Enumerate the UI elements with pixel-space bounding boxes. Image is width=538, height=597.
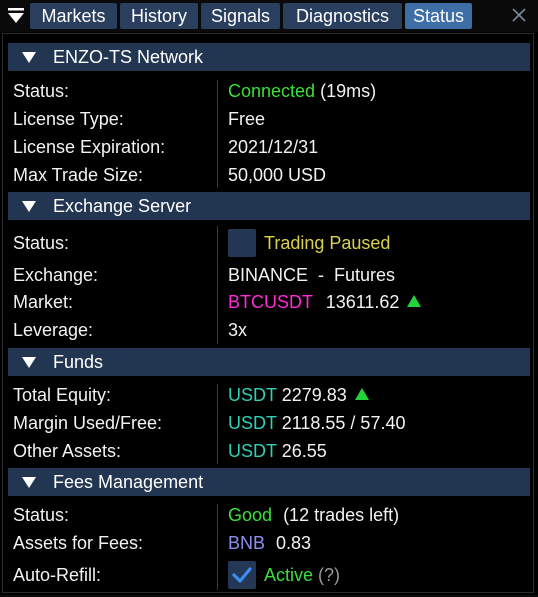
- section-title: ENZO-TS Network: [53, 47, 204, 67]
- trading-status: Trading Paused: [264, 233, 391, 253]
- value: USDT 26.55: [228, 437, 327, 465]
- tab-diagnostics[interactable]: Diagnostics: [283, 3, 402, 29]
- tab-history[interactable]: History: [120, 3, 198, 29]
- value: Active (?): [264, 561, 340, 589]
- auto-refill-status: Active: [264, 565, 314, 585]
- amount: 2118.55 / 57.40: [281, 413, 406, 433]
- label: Status:: [13, 81, 70, 101]
- label: License Type:: [13, 109, 124, 129]
- section-header-funds[interactable]: Funds: [8, 348, 530, 376]
- row-auto-refill: Auto-Refill: Active (?): [0, 561, 538, 589]
- currency: USDT: [228, 385, 277, 405]
- fee-asset: BNB: [228, 533, 266, 553]
- section-title: Fees Management: [53, 472, 204, 492]
- status-indicator: [228, 229, 256, 257]
- label: Max Trade Size:: [13, 165, 144, 185]
- label: Exchange:: [13, 265, 99, 285]
- amount: 26.55: [281, 441, 327, 461]
- fees-status: Good: [228, 505, 273, 525]
- close-icon[interactable]: [509, 5, 529, 25]
- triangle-down-icon: [22, 357, 36, 368]
- value: USDT 2279.83: [228, 381, 369, 409]
- fee-asset-amount: 0.83: [276, 533, 312, 553]
- label: Leverage:: [13, 320, 94, 340]
- section-title: Funds: [53, 352, 104, 372]
- currency: USDT: [228, 441, 277, 461]
- value: BTCUSDT 13611.62: [228, 288, 422, 316]
- row-exchange-status: Status: Trading Paused: [0, 229, 538, 257]
- latency: (19ms): [320, 81, 377, 101]
- section-header-exchange[interactable]: Exchange Server: [8, 192, 530, 220]
- value: 3x: [228, 320, 248, 340]
- row-other-assets: Other Assets: USDT 26.55: [0, 437, 538, 465]
- tab-markets[interactable]: Markets: [30, 3, 117, 29]
- value: Free: [228, 109, 266, 129]
- row-fees-status: Status: Good (12 trades left): [0, 501, 538, 529]
- row-max-trade-size: Max Trade Size: 50,000 USD: [0, 161, 538, 189]
- row-license-type: License Type: Free: [0, 105, 538, 133]
- help-link[interactable]: (?): [318, 565, 340, 585]
- row-exchange: Exchange: BINANCE - Futures: [0, 261, 538, 289]
- connection-status: Connected: [228, 81, 316, 101]
- tab-bar: Markets History Signals Diagnostics Stat…: [0, 0, 538, 32]
- label: Total Equity:: [13, 385, 112, 405]
- label: Status:: [13, 505, 70, 525]
- row-network-status: Status: Connected (19ms): [0, 77, 538, 105]
- row-assets-for-fees: Assets for Fees: BNB 0.83: [0, 529, 538, 557]
- value: 50,000 USD: [228, 165, 327, 185]
- amount: 2279.83: [281, 385, 347, 405]
- market-symbol[interactable]: BTCUSDT: [228, 292, 313, 312]
- label: Market:: [13, 292, 74, 312]
- auto-refill-checkbox[interactable]: [228, 561, 256, 589]
- row-total-equity: Total Equity: USDT 2279.83: [0, 381, 538, 409]
- label: Margin Used/Free:: [13, 413, 163, 433]
- label: Status:: [13, 233, 70, 253]
- label: Auto-Refill:: [13, 565, 102, 585]
- triangle-down-icon: [22, 477, 36, 488]
- value: BINANCE - Futures: [228, 265, 396, 285]
- value: Connected (19ms): [228, 77, 376, 105]
- section-header-fees[interactable]: Fees Management: [8, 468, 530, 496]
- value: 2021/12/31: [228, 137, 319, 157]
- fees-detail: (12 trades left): [283, 505, 400, 525]
- label: Assets for Fees:: [13, 533, 144, 553]
- triangle-up-icon: [354, 388, 369, 400]
- checkmark-icon: [232, 567, 252, 583]
- row-market: Market: BTCUSDT 13611.62: [0, 288, 538, 316]
- market-price: 13611.62: [325, 292, 400, 312]
- section-header-network[interactable]: ENZO-TS Network: [8, 43, 530, 71]
- currency: USDT: [228, 413, 277, 433]
- label: License Expiration:: [13, 137, 166, 157]
- tab-status[interactable]: Status: [405, 3, 472, 29]
- value: BNB 0.83: [228, 529, 311, 557]
- row-margin: Margin Used/Free: USDT 2118.55 / 57.40: [0, 409, 538, 437]
- tab-signals[interactable]: Signals: [201, 3, 280, 29]
- row-license-expiration: License Expiration: 2021/12/31: [0, 133, 538, 161]
- triangle-down-icon: [22, 201, 36, 212]
- value: Good (12 trades left): [228, 501, 399, 529]
- label: Other Assets:: [13, 441, 122, 461]
- section-title: Exchange Server: [53, 196, 192, 216]
- menu-filter-icon[interactable]: [6, 6, 26, 26]
- triangle-up-icon: [407, 295, 422, 307]
- value: USDT 2118.55 / 57.40: [228, 409, 405, 437]
- row-leverage: Leverage: 3x: [0, 316, 538, 344]
- triangle-down-icon: [22, 52, 36, 63]
